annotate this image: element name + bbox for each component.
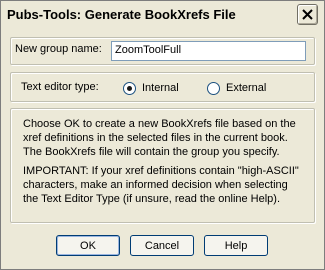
group-name-label: New group name: (15, 43, 102, 55)
ok-button[interactable]: OK (56, 235, 120, 256)
description-line: The BookXrefs file will contain the grou… (23, 146, 280, 158)
description-line: the Text Editor Type (if unsure, read th… (23, 193, 281, 205)
description-paragraph-2: IMPORTANT: If your xref definitions cont… (23, 164, 299, 206)
description-line: IMPORTANT: If your xref definitions cont… (23, 165, 299, 177)
radio-internal-label: Internal (142, 82, 179, 94)
title-bar: Pubs-Tools: Generate BookXrefs File (1, 1, 324, 27)
window-title: Pubs-Tools: Generate BookXrefs File (7, 7, 236, 22)
radio-external[interactable]: External (207, 81, 266, 95)
cancel-button[interactable]: Cancel (130, 235, 194, 256)
description-line: xref definitions in the selected files i… (23, 132, 288, 144)
description-paragraph-1: Choose OK to create a new BookXrefs file… (23, 117, 296, 159)
radio-internal[interactable]: Internal (123, 81, 179, 95)
group-name-input[interactable]: ZoomToolFull (111, 41, 306, 61)
close-icon (302, 9, 313, 20)
radio-external-label: External (226, 82, 267, 94)
dialog-window: Pubs-Tools: Generate BookXrefs File New … (0, 0, 325, 270)
help-button[interactable]: Help (204, 235, 268, 256)
description-line: Choose OK to create a new BookXrefs file… (23, 118, 296, 130)
radio-external-circle[interactable] (207, 81, 220, 95)
editor-type-label: Text editor type: (21, 81, 99, 93)
close-button[interactable] (297, 4, 318, 25)
description-line: characters, make an informed decision wh… (23, 179, 288, 191)
radio-internal-circle[interactable] (123, 81, 136, 95)
